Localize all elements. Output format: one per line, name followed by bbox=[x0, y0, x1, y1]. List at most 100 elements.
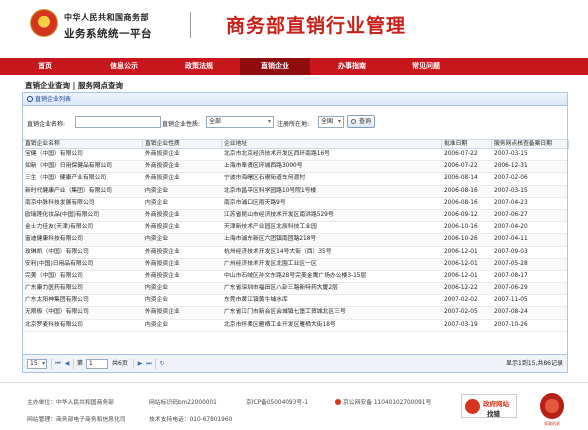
panel-header: 直销企业列表 bbox=[23, 93, 567, 106]
site-header: 中华人民共和国商务部 业务系统统一平台 商务部直销行业管理 bbox=[0, 0, 588, 58]
first-page-icon[interactable]: ⏮ bbox=[54, 359, 62, 369]
query-button-label: 查询 bbox=[359, 118, 372, 125]
table-cell: 2006-10-16 bbox=[444, 224, 478, 231]
table-cell: 外商投资企业 bbox=[145, 224, 180, 231]
table-header: 直销企业名称 直销企业性质 企业地址 批准日期 服务网点核查备案日期 bbox=[23, 139, 569, 149]
page-number-input[interactable]: 1 bbox=[86, 359, 108, 369]
nav-item-policy[interactable]: 政策法规 bbox=[158, 58, 240, 75]
table-cell: 上海市奉贤区环城西路3000号 bbox=[224, 163, 303, 170]
table-cell: 2007-06-27 bbox=[494, 211, 528, 218]
name-label: 直销企业名称: bbox=[27, 121, 66, 128]
table-cell: 2007-04-20 bbox=[494, 224, 528, 231]
enterprise-table: 直销企业名称 直销企业性质 企业地址 批准日期 服务网点核查备案日期 宝健（中国… bbox=[23, 139, 569, 332]
table-cell: 江苏省昆山市经济技术开发区南洪路529号 bbox=[224, 211, 334, 218]
site-footer: 主办单位：中华人民共和国商务部 网站标识码bm22000001 京ICP备050… bbox=[0, 382, 588, 430]
query-button[interactable]: 查询 bbox=[347, 115, 376, 128]
table-row[interactable]: 完美（中国）有限公司 外商投资企业 中山市石岐区孙文东路28号完美金鹰广场办公楼3-… bbox=[23, 271, 567, 284]
nav-item-info[interactable]: 信息公示 bbox=[90, 58, 158, 75]
header-divider bbox=[190, 12, 191, 38]
chevron-down-icon: ▾ bbox=[337, 118, 341, 125]
footer-support: 技术支持电话：010-67801960 bbox=[149, 417, 233, 423]
table-cell: 安利(中国)日用品有限公司 bbox=[25, 260, 94, 267]
footer-icp[interactable]: 京ICP备05004093号-1 bbox=[246, 397, 308, 406]
table-cell: 2007-06-29 bbox=[494, 285, 528, 292]
region-select[interactable]: 全国 ▾ bbox=[318, 116, 344, 128]
table-cell: 上海市浦东新区六团镇南团路218号 bbox=[224, 236, 317, 243]
table-cell: 2006-12-22 bbox=[444, 285, 478, 292]
table-row[interactable]: 三生（中国）健康产业有限公司 外商投资企业 宁波市海曙区石碶街道车何渡村 2006-0… bbox=[23, 173, 567, 186]
table-row[interactable]: 富迪健康科技有限公司 内资企业 上海市浦东新区六团镇南团路218号 2006-10-2… bbox=[23, 234, 567, 247]
table-row[interactable]: 安利(中国)日用品有限公司 外商投资企业 广州经济技术开发区北围工业区一区 2006-… bbox=[23, 258, 567, 271]
table-cell: 外商投资企业 bbox=[145, 175, 180, 182]
nav-item-home[interactable]: 首页 bbox=[0, 58, 90, 75]
breadcrumb[interactable]: 直销企业查询 | 服务网点查询 bbox=[25, 80, 123, 91]
next-page-icon[interactable]: ▶ bbox=[136, 359, 144, 369]
platform-name: 业务系统统一平台 bbox=[64, 28, 152, 40]
column-header[interactable]: 服务网点核查备案日期 bbox=[492, 140, 569, 149]
gov-badge-subtitle: 找错 bbox=[487, 410, 500, 418]
table-row[interactable]: 北京罗麦科技有限公司 内资企业 北京市怀柔区雁栖工业开发区雁栖大街18号 2007-0… bbox=[23, 320, 567, 332]
table-cell: 内资企业 bbox=[145, 321, 169, 328]
table-row[interactable]: 新时代健康产业（集团）有限公司 内资企业 北京市昌平区科学园路10号院1号楼 2006… bbox=[23, 185, 567, 198]
gov-website-error-badge[interactable]: 政府网站 找错 bbox=[461, 394, 517, 418]
table-row[interactable]: 无限极（中国）有限公司 外商投资企业 广东省江门市新会区会城镇七堡工贸城北区三号 20… bbox=[23, 307, 567, 320]
table-row[interactable]: 宝健（中国）有限公司 外商投资企业 北京市北京经济技术开发区西环南路16号 2006-… bbox=[23, 149, 567, 162]
table-cell: 外商投资企业 bbox=[145, 309, 180, 316]
column-header[interactable]: 直销企业名称 bbox=[23, 140, 143, 149]
table-row[interactable]: 欧瑞莲化妆品(中国)有限公司 外商投资企业 江苏省昆山市经济技术开发区南洪路529号… bbox=[23, 209, 567, 223]
table-cell: 2006-12-31 bbox=[494, 163, 528, 170]
prev-page-icon[interactable]: ◀ bbox=[63, 359, 71, 369]
column-header[interactable]: 批准日期 bbox=[442, 140, 492, 149]
footer-police-record[interactable]: 京公网安备 11040102700091号 bbox=[335, 397, 431, 406]
table-row[interactable]: 玫琳凯（中国）有限公司 外商投资企业 杭州经济技术开发区14号大街（西）35号 200… bbox=[23, 247, 567, 259]
nature-select[interactable]: 全部 ▾ bbox=[206, 116, 274, 128]
search-icon bbox=[27, 96, 33, 102]
table-cell: 2007-08-17 bbox=[494, 272, 528, 279]
table-cell: 如新（中国）日用保健品有限公司 bbox=[25, 163, 112, 170]
table-row[interactable]: 广东康力医药有限公司 内资企业 广东省深圳市福田区八卦三路新特药大厦2层 2006-1… bbox=[23, 283, 567, 296]
table-cell: 2007-02-02 bbox=[444, 297, 478, 304]
table-cell: 宁波市海曙区石碶街道车何渡村 bbox=[224, 175, 306, 182]
table-cell: 玫琳凯（中国）有限公司 bbox=[25, 248, 89, 255]
table-cell: 2007-04-23 bbox=[494, 199, 528, 206]
table-cell: 完美（中国）有限公司 bbox=[25, 272, 83, 279]
table-cell: 2007-02-05 bbox=[444, 309, 478, 316]
pager-divider bbox=[51, 359, 52, 369]
table-cell: 2006-12-01 bbox=[444, 260, 478, 267]
pager-divider bbox=[155, 359, 156, 369]
table-row[interactable]: 金士力佳友(天津)有限公司 外商投资企业 天津新技术产业园区北辰科技工业园 2006-… bbox=[23, 222, 567, 235]
nav-item-guide[interactable]: 办事指南 bbox=[310, 58, 394, 75]
org-name: 中华人民共和国商务部 bbox=[64, 13, 149, 22]
pagination-bar: 15 ▾ ⏮ ◀ 第 1 共6页 ▶ ⏭ ↻ 显示1到15,共86记录 bbox=[23, 354, 567, 372]
filter-bar: 直销企业名称: 直销企业性质: 全部 ▾ 注册所在地: 全国 ▾ 查询 bbox=[23, 115, 567, 131]
nav-item-direct-selling[interactable]: 直销企业 bbox=[240, 58, 310, 75]
party-government-seal-icon[interactable] bbox=[540, 393, 564, 419]
nav-item-faq[interactable]: 常见问题 bbox=[394, 58, 458, 75]
table-cell: 2007-05-28 bbox=[494, 260, 528, 267]
table-row[interactable]: 广东太阳神集团有限公司 内资企业 东莞市黄江镇黄牛埔水库 2007-02-02 2007… bbox=[23, 295, 567, 308]
table-cell: 无限极（中国）有限公司 bbox=[25, 309, 89, 316]
footer-manager: 网站管理：商务部电子商务和信息化司 bbox=[27, 417, 126, 423]
table-cell: 2007-03-15 bbox=[494, 187, 528, 194]
enterprise-list-panel: 直销企业列表 直销企业名称: 直销企业性质: 全部 ▾ 注册所在地: 全国 ▾ 查询… bbox=[22, 92, 569, 373]
search-icon bbox=[351, 119, 356, 124]
table-cell: 内资企业 bbox=[145, 297, 169, 304]
refresh-icon[interactable]: ↻ bbox=[158, 359, 166, 369]
table-cell: 北京市怀柔区雁栖工业开发区雁栖大街18号 bbox=[224, 321, 336, 328]
table-row[interactable]: 南京中脉科技发展有限公司 内资企业 南京市浦口区雨天路9号 2006-08-16 200… bbox=[23, 198, 567, 210]
table-cell: 广东太阳神集团有限公司 bbox=[25, 297, 89, 304]
last-page-icon[interactable]: ⏭ bbox=[145, 359, 153, 369]
table-cell: 广州经济技术开发区北围工业区一区 bbox=[224, 260, 317, 267]
table-cell: 东莞市黄江镇黄牛埔水库 bbox=[224, 297, 288, 304]
system-title: 商务部直销行业管理 bbox=[226, 15, 407, 37]
column-header[interactable]: 企业地址 bbox=[222, 140, 442, 149]
enterprise-name-input[interactable] bbox=[75, 116, 161, 128]
column-header[interactable]: 直销企业性质 bbox=[143, 140, 222, 149]
table-cell: 中山市石岐区孙文东路28号完美金鹰广场办公楼3-15层 bbox=[224, 272, 367, 279]
table-cell: 外商投资企业 bbox=[145, 272, 180, 279]
table-cell: 内资企业 bbox=[145, 187, 169, 194]
page-size-select[interactable]: 15 ▾ bbox=[27, 359, 47, 369]
footer-site-code: 网站标识码bm22000001 bbox=[149, 400, 217, 406]
table-row[interactable]: 如新（中国）日用保健品有限公司 外商投资企业 上海市奉贤区环城西路3000号 2006… bbox=[23, 161, 567, 174]
record-info: 显示1到15,共86记录 bbox=[506, 360, 563, 367]
